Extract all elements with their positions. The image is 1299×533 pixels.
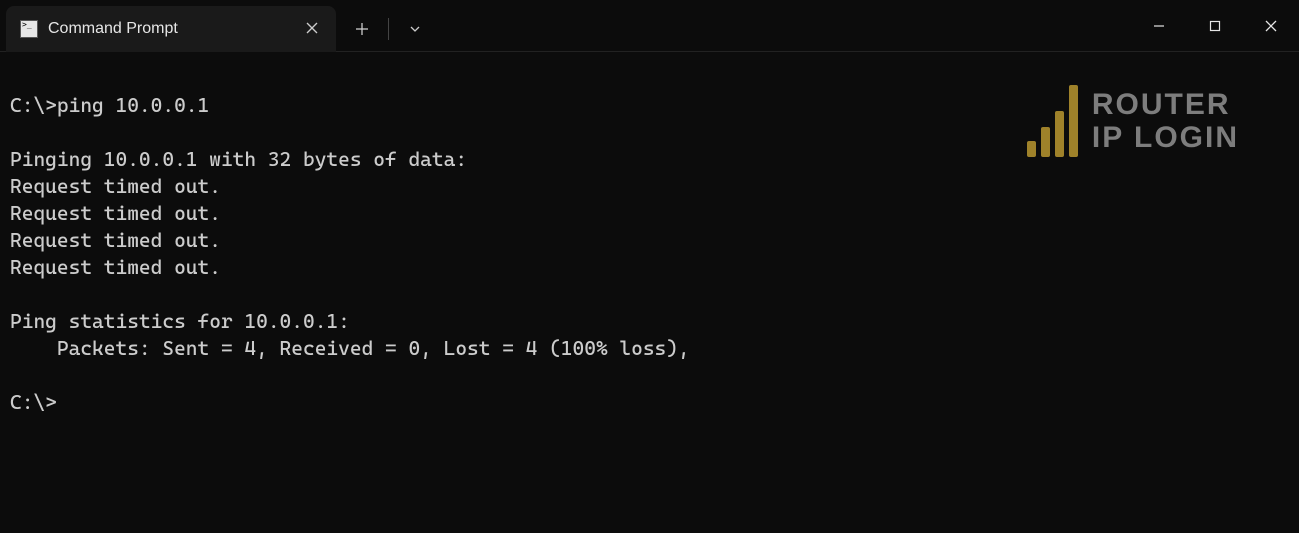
new-tab-button[interactable]: [344, 11, 380, 47]
watermark-line2: IP LOGIN: [1092, 121, 1239, 154]
close-window-button[interactable]: [1243, 0, 1299, 52]
terminal-line: Request timed out.: [10, 255, 221, 279]
tab-command-prompt[interactable]: >_ Command Prompt: [6, 6, 336, 52]
cmd-icon: >_: [20, 20, 38, 38]
terminal-line: Packets: Sent = 4, Received = 0, Lost = …: [10, 336, 690, 360]
maximize-button[interactable]: [1187, 0, 1243, 52]
signal-bars-icon: [1027, 85, 1078, 157]
watermark-logo: ROUTER IP LOGIN: [1027, 85, 1239, 157]
tab-divider: [388, 18, 389, 40]
terminal-line: C:\>: [10, 390, 57, 414]
window-controls: [1131, 0, 1299, 51]
titlebar: >_ Command Prompt: [0, 0, 1299, 52]
tab-dropdown-button[interactable]: [397, 11, 433, 47]
terminal-line: Request timed out.: [10, 201, 221, 225]
tab-actions: [344, 6, 433, 51]
watermark-line1: ROUTER: [1092, 88, 1239, 121]
terminal-line: Request timed out.: [10, 228, 221, 252]
watermark-text: ROUTER IP LOGIN: [1092, 88, 1239, 154]
terminal-line: Pinging 10.0.0.1 with 32 bytes of data:: [10, 147, 467, 171]
terminal-line: Ping statistics for 10.0.0.1:: [10, 309, 350, 333]
minimize-button[interactable]: [1131, 0, 1187, 52]
terminal-line: Request timed out.: [10, 174, 221, 198]
tab-title: Command Prompt: [48, 20, 292, 38]
close-tab-icon[interactable]: [302, 17, 322, 41]
terminal-line: C:\>ping 10.0.0.1: [10, 93, 209, 117]
